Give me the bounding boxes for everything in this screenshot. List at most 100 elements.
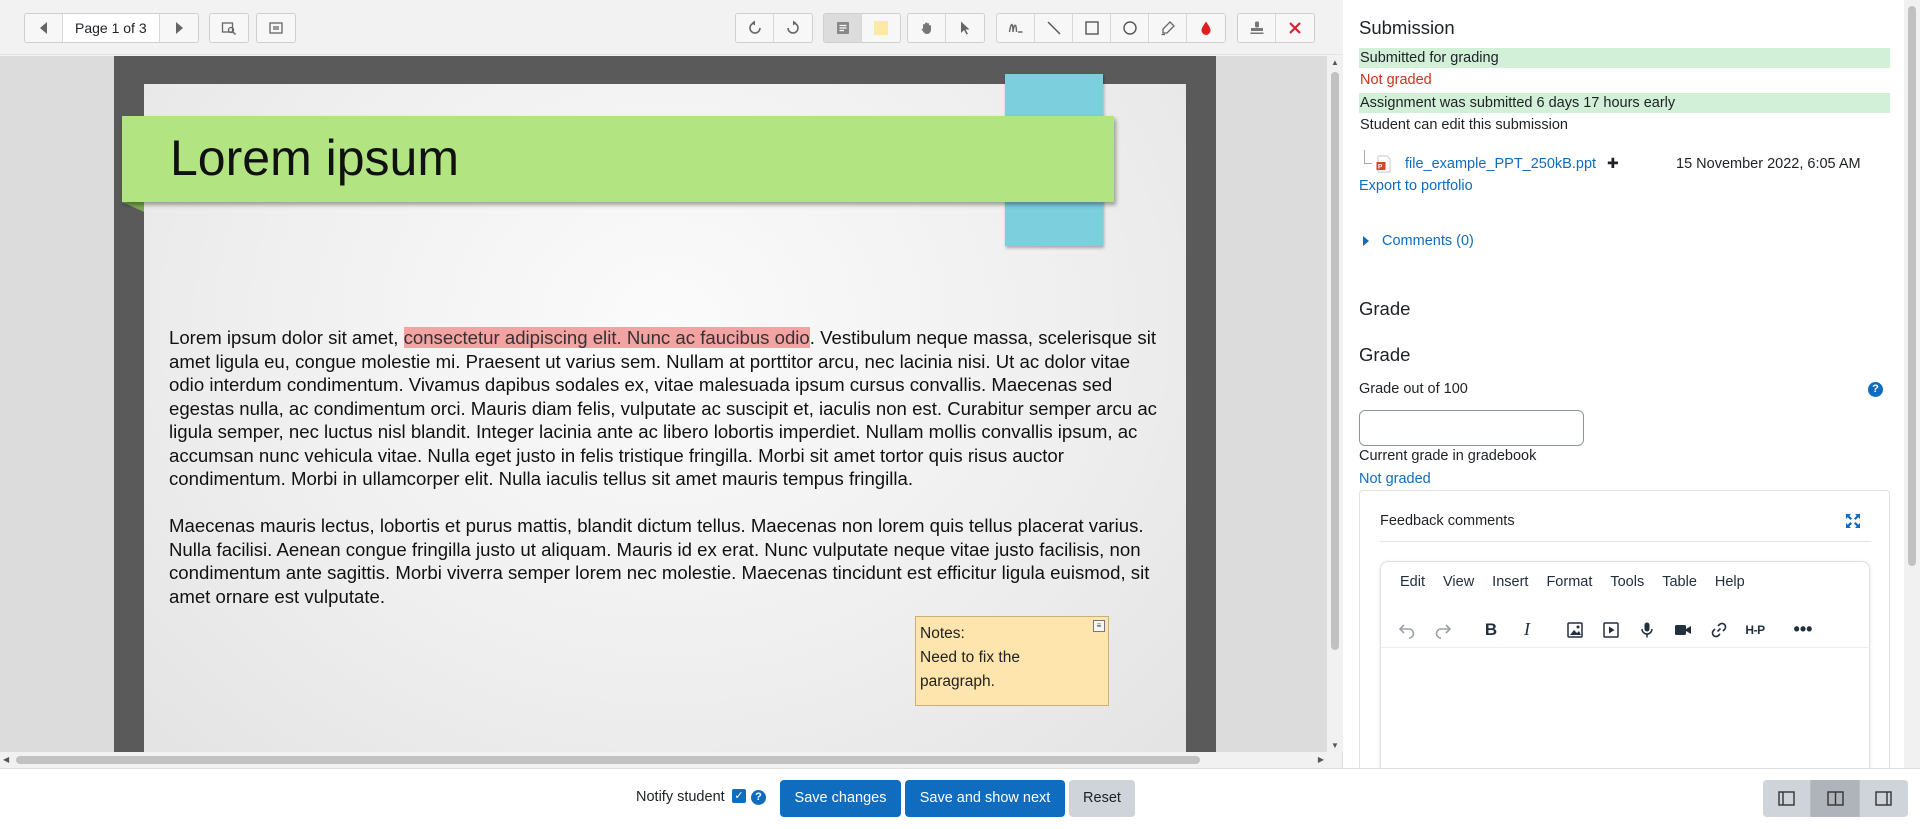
slide-page[interactable]: Lorem ipsum Lorem ipsum dolor sit amet, … <box>122 74 1186 752</box>
editor-menubar: Edit View Insert Format Tools Table Help <box>1381 562 1754 602</box>
paragraph-text: Lorem ipsum dolor sit amet, <box>169 327 404 348</box>
grade-input[interactable] <box>1359 410 1584 446</box>
scroll-right-icon[interactable]: ▶ <box>1318 755 1324 764</box>
search-group <box>209 13 249 43</box>
pointer-group <box>907 13 985 43</box>
pan-tool-button[interactable] <box>908 14 946 42</box>
scroll-down-icon[interactable]: ▼ <box>1331 741 1339 750</box>
microphone-icon[interactable] <box>1629 614 1665 646</box>
bold-icon[interactable]: B <box>1473 614 1509 646</box>
svg-text:P: P <box>1378 164 1383 171</box>
feedback-editor[interactable]: Edit View Insert Format Tools Table Help… <box>1380 561 1870 768</box>
grading-actions-bar: Notify student ✓ ? Save changes Save and… <box>0 768 1920 829</box>
notify-student-checkbox[interactable]: ✓ <box>732 789 746 803</box>
highlighter-icon <box>1161 21 1175 36</box>
annotation-colour-button[interactable] <box>1187 14 1225 42</box>
link-icon[interactable] <box>1701 614 1737 646</box>
redo-icon[interactable] <box>1425 614 1461 646</box>
help-icon[interactable]: ? <box>1868 382 1883 397</box>
export-portfolio-link[interactable]: Export to portfolio <box>1359 178 1473 194</box>
collapse-grade-panel-button[interactable] <box>1860 780 1908 817</box>
menu-insert[interactable]: Insert <box>1483 574 1537 590</box>
help-icon[interactable]: ? <box>751 790 766 805</box>
close-icon <box>1289 22 1301 34</box>
save-and-show-next-button[interactable]: Save and show next <box>905 780 1065 817</box>
caret-right-icon[interactable] <box>1363 236 1369 246</box>
rotate-left-button[interactable] <box>736 14 774 42</box>
grading-panel: Submission Submitted for grading Not gra… <box>1344 0 1920 768</box>
scroll-up-icon[interactable]: ▲ <box>1331 58 1339 67</box>
slide-body: Lorem ipsum dolor sit amet, consectetur … <box>169 326 1169 632</box>
cursor-arrow-icon <box>961 21 970 35</box>
drawing-tools-group <box>996 13 1226 43</box>
panel-scrollbar[interactable] <box>1904 0 1920 768</box>
arrow-left-icon <box>39 22 47 34</box>
file-plus-icon[interactable]: ✚ <box>1607 155 1619 172</box>
vertical-scroll-thumb[interactable] <box>1331 72 1339 650</box>
document-canvas[interactable]: Lorem ipsum Lorem ipsum dolor sit amet, … <box>0 56 1327 752</box>
current-grade-label: Current grade in gradebook <box>1359 448 1537 464</box>
menu-view[interactable]: View <box>1434 574 1483 590</box>
time-remaining-status: Assignment was submitted 6 days 17 hours… <box>1359 93 1890 113</box>
select-tool-button[interactable] <box>946 14 984 42</box>
annotation-editor: Page 1 of 3 Lorem ipsum Lorem ipsum dolo… <box>0 0 1343 768</box>
scroll-left-icon[interactable]: ◀ <box>3 755 9 764</box>
save-changes-button[interactable]: Save changes <box>780 780 901 817</box>
layout-switcher <box>1763 780 1908 817</box>
menu-tools[interactable]: Tools <box>1601 574 1653 590</box>
more-options-icon[interactable]: ••• <box>1785 614 1821 646</box>
submission-file-link[interactable]: file_example_PPT_250kB.ppt <box>1405 156 1596 172</box>
current-grade-value[interactable]: Not graded <box>1359 471 1431 487</box>
undo-icon[interactable] <box>1389 614 1425 646</box>
paragraph-text: . Vestibulum neque massa, scelerisque si… <box>169 327 1157 489</box>
next-page-button[interactable] <box>159 14 198 42</box>
page-navigation: Page 1 of 3 <box>24 13 199 43</box>
menu-format[interactable]: Format <box>1537 574 1601 590</box>
rectangle-tool-button[interactable] <box>1073 14 1111 42</box>
comments-toggle[interactable]: Comments (0) <box>1382 233 1474 249</box>
reset-button[interactable]: Reset <box>1069 780 1135 817</box>
panel-scroll-thumb[interactable] <box>1908 6 1916 566</box>
slide-title: Lorem ipsum <box>170 130 459 186</box>
horizontal-scrollbar[interactable]: ◀ ▶ <box>0 752 1327 768</box>
edit-status: Student can edit this submission <box>1360 117 1568 133</box>
oval-tool-button[interactable] <box>1111 14 1149 42</box>
previous-page-button[interactable] <box>25 14 63 42</box>
highlight-tool-button[interactable] <box>1149 14 1187 42</box>
fullscreen-expand-icon[interactable] <box>1845 513 1861 529</box>
horizontal-scroll-thumb[interactable] <box>16 756 1200 764</box>
menu-table[interactable]: Table <box>1653 574 1706 590</box>
delete-annotation-button[interactable] <box>1276 14 1314 42</box>
pen-tool-button[interactable] <box>997 14 1035 42</box>
italic-icon[interactable]: I <box>1509 614 1545 646</box>
rotate-right-icon <box>787 20 799 34</box>
image-icon[interactable] <box>1557 614 1593 646</box>
comment-colour-button[interactable] <box>862 14 900 42</box>
grade-out-of-label: Grade out of 100 <box>1359 381 1468 397</box>
default-layout-button[interactable] <box>1811 780 1860 817</box>
menu-help[interactable]: Help <box>1706 574 1754 590</box>
vertical-scrollbar[interactable]: ▲ ▼ <box>1327 56 1343 752</box>
grade-section-heading: Grade <box>1359 298 1411 319</box>
menu-edit[interactable]: Edit <box>1391 574 1434 590</box>
submission-heading: Submission <box>1359 17 1455 38</box>
media-icon[interactable] <box>1593 614 1629 646</box>
rotate-right-button[interactable] <box>774 14 812 42</box>
sticky-note-comment[interactable]: ≡ Notes: Need to fix the paragraph. <box>915 616 1109 706</box>
highlight-annotation[interactable]: consectetur adipiscing elit. Nunc ac fau… <box>403 327 810 348</box>
line-tool-button[interactable] <box>1035 14 1073 42</box>
colour-swatch-icon <box>874 21 888 35</box>
search-comments-button[interactable] <box>210 14 248 42</box>
file-timestamp: 15 November 2022, 6:05 AM <box>1676 156 1861 172</box>
comment-menu-icon[interactable]: ≡ <box>1093 620 1105 632</box>
collapse-comments-button[interactable] <box>257 14 295 42</box>
stamp-tool-button[interactable] <box>1238 14 1276 42</box>
video-camera-icon[interactable] <box>1665 614 1701 646</box>
expand-group <box>256 13 296 43</box>
arrow-right-icon <box>175 22 183 34</box>
collapse-review-panel-button[interactable] <box>1763 780 1812 817</box>
stamp-group <box>1237 13 1315 43</box>
h5p-icon[interactable]: H-P <box>1737 614 1773 646</box>
comment-tool-button[interactable] <box>824 14 862 42</box>
page-label[interactable]: Page 1 of 3 <box>63 14 160 42</box>
